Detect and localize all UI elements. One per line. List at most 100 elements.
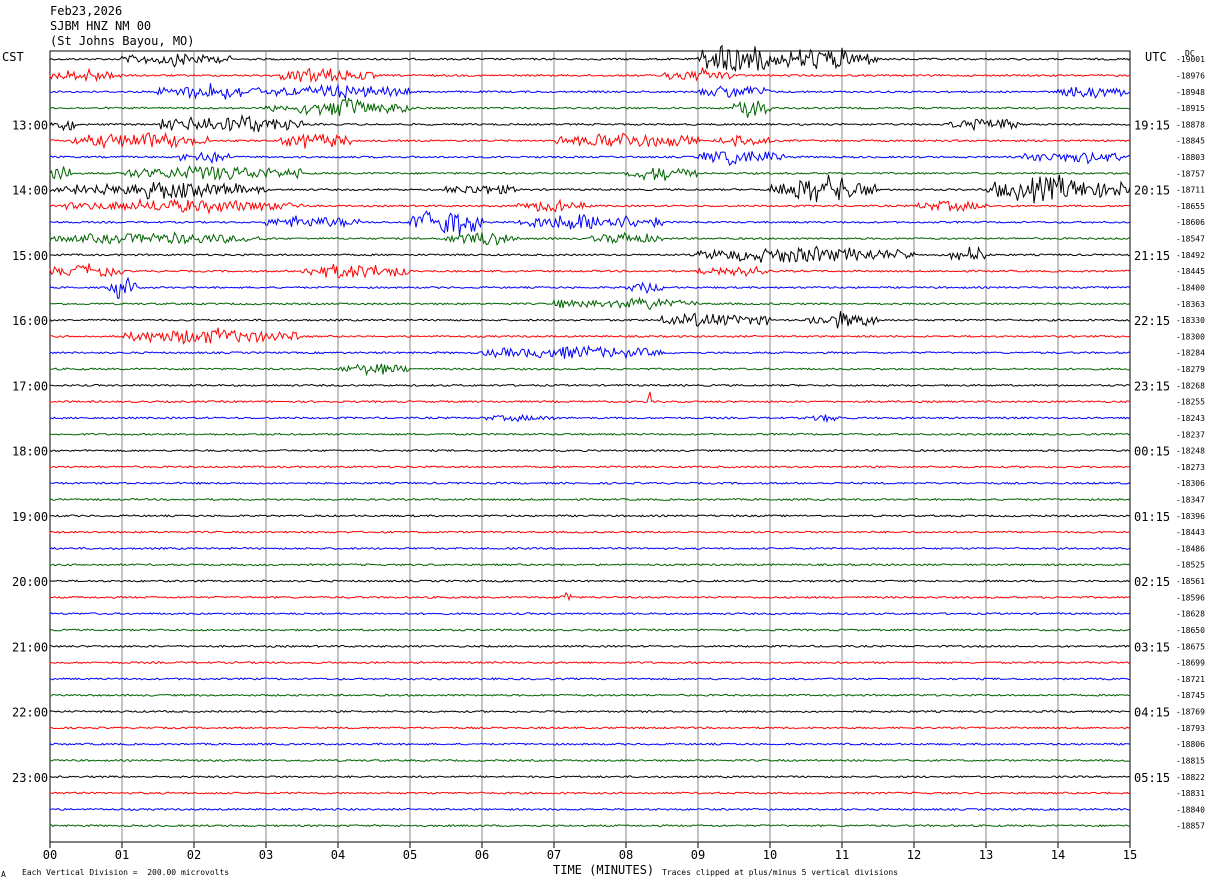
dc-offset-label: -18248 [1176,447,1205,456]
x-tick-label: 03 [259,848,273,862]
x-tick-label: 06 [475,848,489,862]
dc-offset-label: -18845 [1176,137,1205,146]
left-hour-label: 22:00 [12,706,48,720]
x-tick-label: 15 [1123,848,1137,862]
right-hour-label: 01:15 [1134,510,1170,524]
dc-offset-label: -18606 [1176,218,1205,227]
trace-row [49,742,1131,746]
dc-offset-label: -18268 [1176,381,1205,390]
left-hour-label: 15:00 [12,249,48,263]
trace-row [49,481,1131,485]
right-hour-label: 04:15 [1134,706,1170,720]
trace-row [49,726,1131,730]
left-hour-label: 21:00 [12,640,48,654]
trace-row [49,807,1131,812]
trace-row [49,612,1131,616]
left-hour-label: 17:00 [12,379,48,393]
dc-offset-label: -18306 [1176,479,1205,488]
dc-offset-label: -18915 [1176,104,1205,113]
dc-offset-label: -18948 [1176,88,1205,97]
dc-offset-label: -18840 [1176,805,1205,814]
dc-offset-label: -18793 [1176,724,1205,733]
trace-row [49,174,1131,204]
dc-offset-label: -18976 [1176,71,1205,80]
trace-row [49,296,1131,311]
trace-row [49,530,1131,535]
dc-offset-label: -18878 [1176,120,1205,129]
left-hour-label: 16:00 [12,314,48,328]
right-hour-label: 21:15 [1134,249,1170,263]
trace-row [49,546,1131,551]
dc-offset-label: -18300 [1176,332,1205,341]
trace-row [49,448,1131,453]
dc-offset-label: -18806 [1176,740,1205,749]
trace-row [49,263,1131,279]
dc-offset-label: -18492 [1176,251,1205,260]
dc-offset-label: -18655 [1176,202,1205,211]
trace-row [49,644,1131,648]
trace-row [49,165,1130,182]
trace-row [49,327,1131,345]
dc-offset-label: -18279 [1176,365,1205,374]
trace-row [49,693,1131,697]
trace-row [49,83,1131,100]
dc-offset-label: -18596 [1176,593,1205,602]
trace-row [49,775,1131,779]
trace-row [49,791,1131,795]
trace-row [49,383,1131,387]
trace-row [49,497,1131,502]
bottom-left-mark: A [1,870,6,879]
left-hour-label: 18:00 [12,445,48,459]
x-tick-label: 01 [115,848,129,862]
dc-offset-label: -18815 [1176,756,1205,765]
right-hour-label: 20:15 [1134,184,1170,198]
left-hour-label: 13:00 [12,118,48,132]
left-hour-label: 23:00 [12,771,48,785]
trace-row [49,197,1130,215]
trace-row [49,363,1131,377]
dc-offset-label: -18273 [1176,463,1205,472]
dc-offset-label: -18803 [1176,153,1205,162]
scale-note: Each Vertical Division = 200.00 microvol… [22,868,230,877]
trace-row [49,97,1131,118]
dc-offset-label: -18628 [1176,610,1205,619]
dc-offset-label: -18284 [1176,349,1205,358]
right-hour-label: 03:15 [1134,640,1170,654]
trace-row [49,44,1131,72]
dc-offset-label: -19001 [1176,55,1205,64]
trace-row [49,824,1131,828]
dc-offset-label: -18822 [1176,773,1205,782]
trace-row [49,113,1131,133]
x-tick-label: 04 [331,848,345,862]
x-tick-label: 14 [1051,848,1065,862]
dc-offset-label: -18769 [1176,708,1205,717]
trace-row [49,344,1131,360]
trace-row [49,276,1131,300]
dc-offset-label: -18699 [1176,659,1205,668]
dc-offset-label: -18347 [1176,496,1205,505]
x-tick-label: 11 [835,848,849,862]
dc-offset-label: -18243 [1176,414,1205,423]
dc-offset-label: -18745 [1176,691,1205,700]
trace-row [49,311,1130,329]
trace-row [49,231,1131,246]
left-hour-label: 14:00 [12,184,48,198]
dc-offset-label: -18330 [1176,316,1205,325]
x-tick-label: 09 [691,848,705,862]
dc-offset-label: -18721 [1176,675,1205,684]
left-hour-label: 19:00 [12,510,48,524]
trace-row [49,709,1131,714]
dc-offset-label: -18650 [1176,626,1205,635]
right-hour-label: 22:15 [1134,314,1170,328]
x-tick-label: 12 [907,848,921,862]
x-tick-label: 02 [187,848,201,862]
right-hour-label: 05:15 [1134,771,1170,785]
x-tick-label: 07 [547,848,561,862]
dc-offset-label: -18711 [1176,186,1205,195]
dc-offset-label: -18237 [1176,430,1205,439]
trace-row [49,514,1130,518]
dc-offset-label: -18445 [1176,267,1205,276]
trace-row [49,432,1131,436]
left-hour-label: 20:00 [12,575,48,589]
dc-offset-label: -18561 [1176,577,1205,586]
